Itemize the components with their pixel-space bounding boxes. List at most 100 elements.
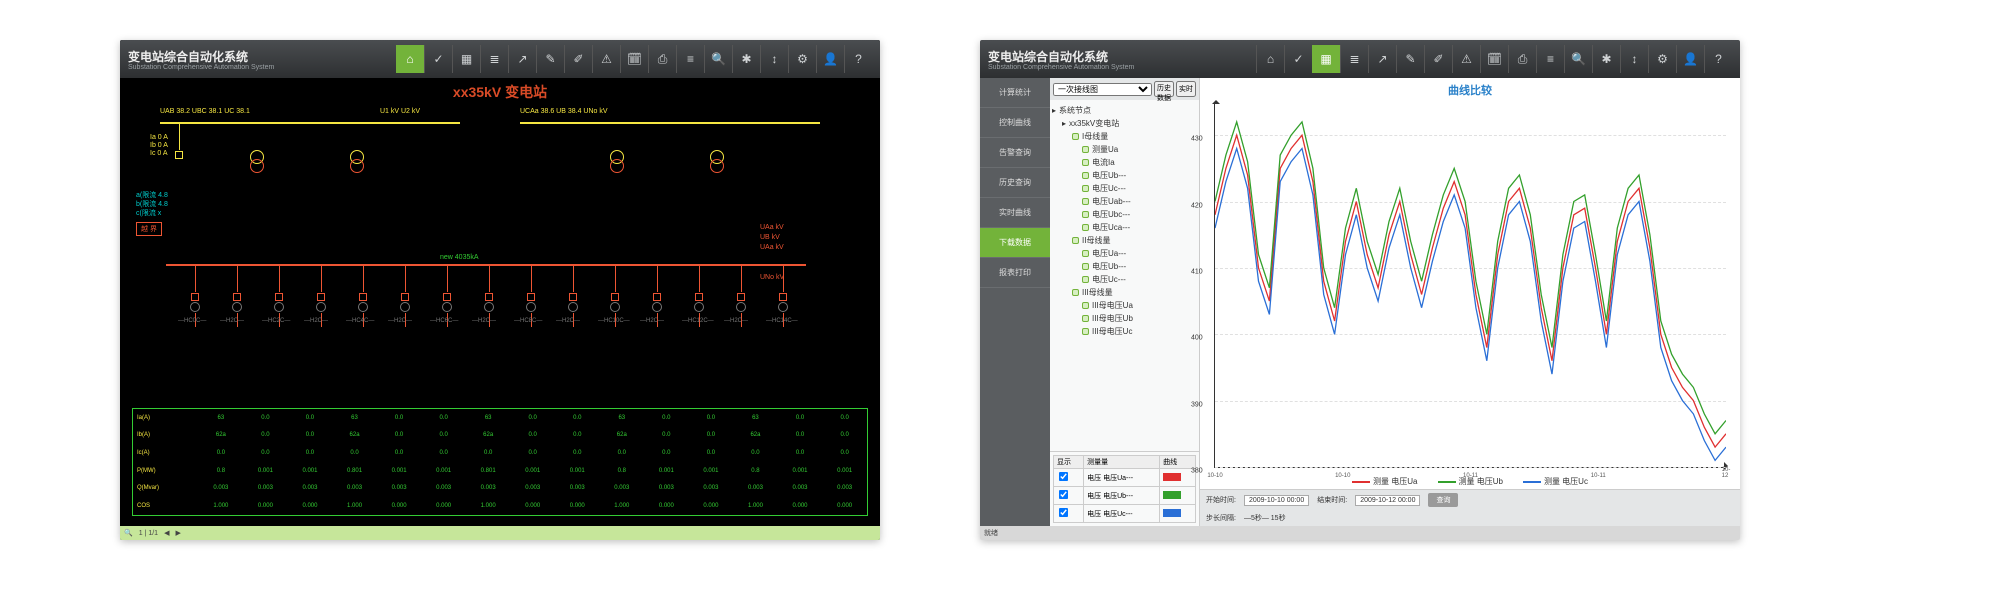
station-title: xx35kV 变电站 — [453, 82, 547, 102]
series-toggle[interactable] — [1059, 508, 1068, 517]
tree-node[interactable]: 电流Ia — [1052, 156, 1197, 169]
tool-share[interactable]: ↕ — [760, 45, 788, 73]
query-footer: 开始时间: 2009-10-10 00:00 结束时间: 2009-10-12 … — [1200, 489, 1740, 510]
tool-print[interactable]: ⎙ — [648, 45, 676, 73]
tool-trend[interactable]: ↗ — [1368, 45, 1396, 73]
tool-report[interactable]: ≣ — [480, 45, 508, 73]
tool-trend[interactable]: ↗ — [508, 45, 536, 73]
tool-curve[interactable]: ▦ — [452, 45, 480, 73]
tree-node[interactable]: 电压Ua--- — [1052, 247, 1197, 260]
tree-node[interactable]: III母线量 — [1052, 286, 1197, 299]
tool-ack[interactable]: ✓ — [424, 45, 452, 73]
tool-report[interactable]: ≣ — [1340, 45, 1368, 73]
left-statusbar: 🔍 1 | 1/1 ◀ ▶ — [120, 526, 880, 540]
feeder-in-1[interactable] — [164, 124, 194, 160]
tree-node[interactable]: III母电压Ua — [1052, 299, 1197, 312]
sidenav-控制曲线[interactable]: 控制曲线 — [980, 108, 1050, 138]
step-value[interactable]: —5秒— 15秒 — [1244, 513, 1286, 523]
page-indicator: 1 | 1/1 — [139, 530, 158, 537]
query-button[interactable]: 查询 — [1428, 493, 1458, 507]
tree-btn-hist[interactable]: 历史数据 — [1154, 81, 1174, 97]
tool-home[interactable]: ⌂ — [1256, 45, 1284, 73]
tool-event[interactable]: ✎ — [1396, 45, 1424, 73]
tree-btn-real[interactable]: 实时 — [1176, 81, 1196, 97]
tree-node[interactable]: I母线量 — [1052, 130, 1197, 143]
tool-help[interactable]: ? — [844, 45, 872, 73]
tree-node[interactable]: ▸系统节点 — [1052, 104, 1197, 117]
tool-user[interactable]: 👤 — [816, 45, 844, 73]
zoom-icon[interactable]: 🔍 — [124, 529, 133, 537]
start-label: 开始时间: — [1206, 495, 1236, 505]
start-value[interactable]: 2009-10-10 00:00 — [1244, 495, 1309, 506]
xfmr-2[interactable] — [350, 150, 364, 173]
legend-item[interactable]: 测量 电压Ua — [1352, 476, 1417, 487]
tool-curve[interactable]: ▦ — [1312, 45, 1340, 73]
tool-soe[interactable]: ≡ — [1536, 45, 1564, 73]
right-topbar: 变电站综合自动化系统 Substation Comprehensive Auto… — [980, 40, 1740, 78]
sidenav-计算统计[interactable]: 计算统计 — [980, 78, 1050, 108]
tool-alarm[interactable]: ⚠ — [1452, 45, 1480, 73]
tool-edit[interactable]: ✐ — [1424, 45, 1452, 73]
tool-print[interactable]: ⎙ — [1508, 45, 1536, 73]
bus-35kv-I — [160, 122, 460, 124]
tool-home[interactable]: ⌂ — [396, 45, 424, 73]
tool-search[interactable]: 🔍 — [704, 45, 732, 73]
sidenav-实时曲线[interactable]: 实时曲线 — [980, 198, 1050, 228]
xfmr-3[interactable] — [610, 150, 624, 173]
tool-help[interactable]: ? — [1704, 45, 1732, 73]
tree-node[interactable]: 电压Ubc--- — [1052, 208, 1197, 221]
tree-node[interactable]: III母电压Uc — [1052, 325, 1197, 338]
tree-node[interactable]: 电压Uab--- — [1052, 195, 1197, 208]
end-value[interactable]: 2009-10-12 00:00 — [1355, 495, 1420, 506]
tool-share[interactable]: ↕ — [1620, 45, 1648, 73]
tree-node[interactable]: 电压Uca--- — [1052, 221, 1197, 234]
tree-node[interactable]: 电压Ub--- — [1052, 169, 1197, 182]
tool-set[interactable]: ⚙ — [788, 45, 816, 73]
tool-user[interactable]: 👤 — [1676, 45, 1704, 73]
xfmr-1[interactable] — [250, 150, 264, 173]
tree-node[interactable]: 电压Ub--- — [1052, 260, 1197, 273]
sidenav-报表打印[interactable]: 报表打印 — [980, 258, 1050, 288]
tool-sys[interactable]: ✱ — [732, 45, 760, 73]
tool-event[interactable]: ✎ — [536, 45, 564, 73]
tree-list[interactable]: ▸系统节点▸xx35kV变电站I母线量测量Ua电流Ia电压Ub---电压Uc--… — [1050, 100, 1199, 451]
curve-chart[interactable]: 38039040041042043010-1010-1010-1110-1110… — [1214, 102, 1726, 468]
tree-node[interactable]: III母电压Ub — [1052, 312, 1197, 325]
sidenav-历史查询[interactable]: 历史查询 — [980, 168, 1050, 198]
tap-c: c(限流 x — [136, 208, 161, 218]
series-name: 电压 电压Ua--- — [1084, 469, 1160, 487]
tree-node[interactable]: 测量Ua — [1052, 143, 1197, 156]
tree-node[interactable]: 电压Uc--- — [1052, 182, 1197, 195]
bus-35kv-II — [520, 122, 820, 124]
app-title-r: 变电站综合自动化系统 — [988, 48, 1134, 65]
tool-sys[interactable]: ✱ — [1592, 45, 1620, 73]
series-toggle[interactable] — [1059, 490, 1068, 499]
right-statusbar: 就绪 — [980, 526, 1740, 540]
tool-ack[interactable]: ✓ — [1284, 45, 1312, 73]
busB-measure: UCAa 38.6 UB 38.4 UNo kV — [520, 108, 608, 115]
legend-item[interactable]: 测量 电压Uc — [1523, 476, 1588, 487]
tool-date[interactable]: 🗓 — [1480, 45, 1508, 73]
tool-date[interactable]: 🗓 — [620, 45, 648, 73]
series-name: 电压 电压Ub--- — [1084, 487, 1160, 505]
nav-prev-icon[interactable]: ◀ — [164, 529, 169, 537]
series-name: 电压 电压Uc--- — [1084, 505, 1160, 523]
tree-node[interactable]: II母线量 — [1052, 234, 1197, 247]
tool-alarm[interactable]: ⚠ — [592, 45, 620, 73]
xfmr-4[interactable] — [710, 150, 724, 173]
tool-search[interactable]: 🔍 — [1564, 45, 1592, 73]
limit-button[interactable]: 越 界 — [136, 222, 162, 236]
bus10-label: new 4035kA — [440, 254, 479, 261]
tool-set[interactable]: ⚙ — [1648, 45, 1676, 73]
sidenav-告警查询[interactable]: 告警查询 — [980, 138, 1050, 168]
tree-select[interactable]: 一次接线图 — [1053, 83, 1152, 96]
tool-edit[interactable]: ✐ — [564, 45, 592, 73]
tree-node[interactable]: 电压Uc--- — [1052, 273, 1197, 286]
tool-soe[interactable]: ≡ — [676, 45, 704, 73]
series-toggle[interactable] — [1059, 472, 1068, 481]
nav-next-icon[interactable]: ▶ — [175, 529, 180, 537]
end-label: 结束时间: — [1317, 495, 1347, 505]
scada-canvas[interactable]: xx35kV 变电站 UAB 38.2 UBC 38.1 UC 38.1 U1 … — [120, 78, 880, 526]
tree-node[interactable]: ▸xx35kV变电站 — [1052, 117, 1197, 130]
sidenav-下载数据[interactable]: 下载数据 — [980, 228, 1050, 258]
